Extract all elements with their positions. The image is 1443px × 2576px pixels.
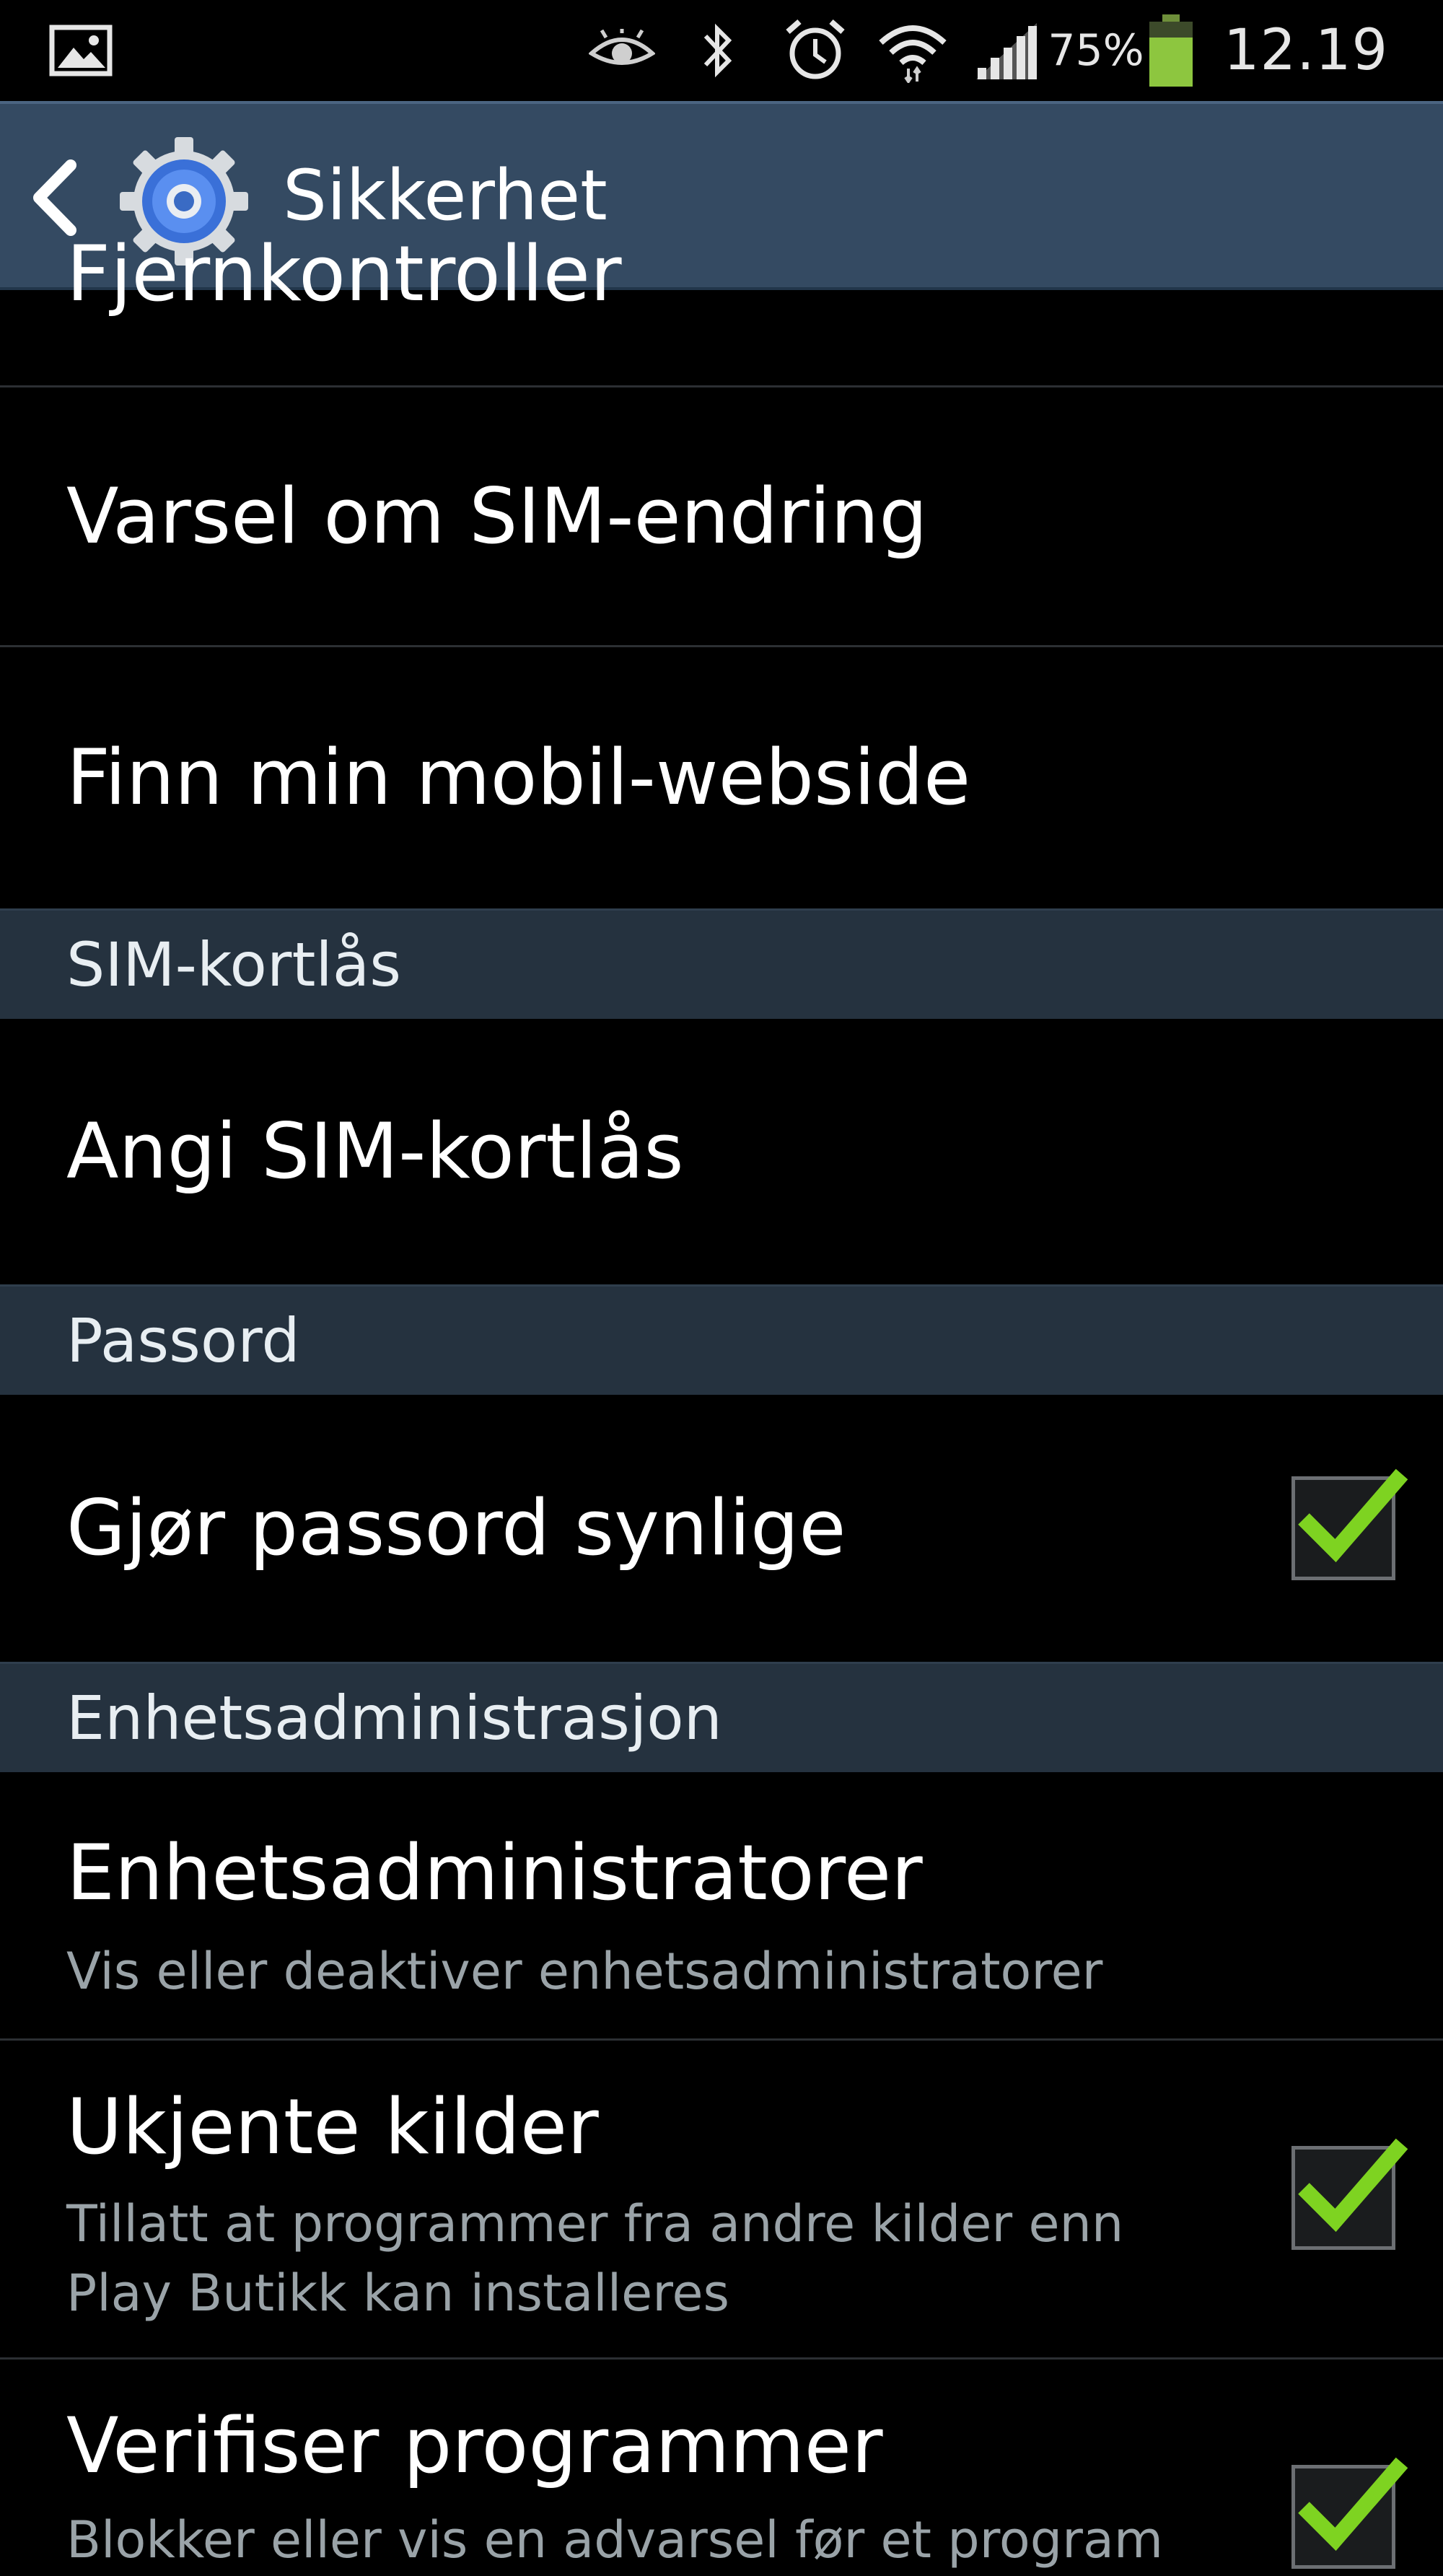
section-title: Enhetsadministrasjon [66, 1683, 722, 1753]
list-item-show-passwords[interactable]: Gjør passord synlige [0, 1395, 1443, 1662]
section-title: SIM-kortlås [66, 929, 401, 1000]
wifi-icon [873, 0, 952, 101]
gallery-icon [46, 0, 115, 101]
verify-apps-checkbox[interactable] [1291, 2457, 1408, 2569]
list-item-sim-change-alert[interactable]: Varsel om SIM-endring [0, 387, 1443, 647]
list-item-set-sim-lock[interactable]: Angi SIM-kortlås [0, 1019, 1443, 1284]
show-passwords-checkbox[interactable] [1291, 1468, 1408, 1580]
unknown-sources-checkbox[interactable] [1291, 2138, 1408, 2250]
alarm-icon [779, 0, 851, 101]
status-bar: 75% 12.19 [0, 0, 1443, 101]
list-item-find-my-mobile[interactable]: Finn min mobil-webside [0, 647, 1443, 908]
list-item-device-admins[interactable]: Enhetsadministratorer Vis eller deaktive… [0, 1772, 1443, 2041]
section-title: Passord [66, 1305, 300, 1376]
checkmark-icon [1298, 1468, 1408, 1563]
signal-icon [970, 0, 1043, 101]
item-subtitle: Blokker eller vis en advarsel før et pro… [66, 2510, 1164, 2570]
list-item-unknown-sources[interactable]: Ukjente kilder Tillatt at programmer fra… [0, 2041, 1443, 2360]
battery-percent: 75% [1048, 25, 1144, 76]
settings-list: Fjernkontroller Varsel om SIM-endring Fi… [0, 229, 1443, 2576]
item-title: Varsel om SIM-endring [66, 472, 928, 561]
item-title: Fjernkontroller [66, 229, 622, 318]
checkmark-icon [1298, 2457, 1408, 2551]
eye-icon [586, 0, 658, 101]
section-header-password: Passord [0, 1284, 1443, 1395]
item-title: Enhetsadministratorer [66, 1828, 923, 1917]
item-subtitle: Vis eller deaktiver enhetsadministratore… [66, 1942, 1103, 2001]
item-title: Angi SIM-kortlås [66, 1107, 684, 1196]
item-subtitle: Tillatt at programmer fra andre kilder e… [66, 2194, 1124, 2253]
item-title: Verifiser programmer [66, 2401, 883, 2490]
item-title: Finn min mobil-webside [66, 733, 971, 822]
section-header-sim: SIM-kortlås [0, 908, 1443, 1019]
checkmark-icon [1298, 2138, 1408, 2233]
item-title: Gjør passord synlige [66, 1484, 846, 1572]
bluetooth-icon [693, 0, 743, 101]
item-title: Ukjente kilder [66, 2082, 599, 2171]
item-subtitle: Play Butikk kan installeres [66, 2264, 730, 2323]
section-header-device-admin: Enhetsadministrasjon [0, 1662, 1443, 1772]
battery-icon [1146, 0, 1196, 101]
list-item-verify-apps[interactable]: Verifiser programmer Blokker eller vis e… [0, 2360, 1443, 2576]
list-item-remote-controls[interactable]: Fjernkontroller [0, 229, 1443, 387]
clock: 12.19 [1223, 18, 1389, 83]
